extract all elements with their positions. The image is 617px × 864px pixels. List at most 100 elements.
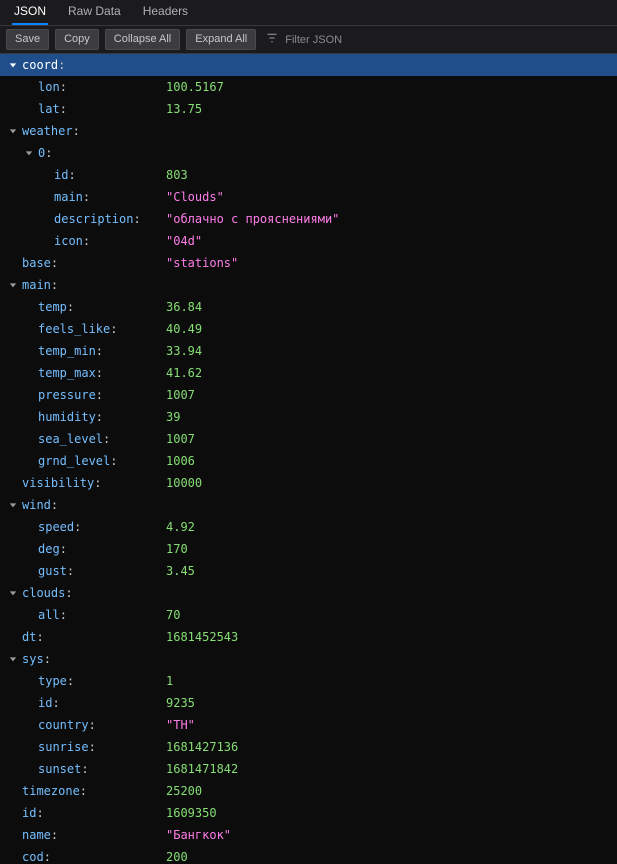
- json-row-temp_min[interactable]: temp_min:33.94: [0, 340, 617, 362]
- expand-toggle-icon[interactable]: [8, 126, 18, 136]
- json-row-grnd_level[interactable]: grnd_level:1006: [0, 450, 617, 472]
- colon: :: [51, 278, 58, 292]
- json-key: temp_min: [38, 344, 96, 358]
- json-key: lat: [38, 102, 60, 116]
- expand-toggle-icon[interactable]: [8, 588, 18, 598]
- expand-toggle-icon[interactable]: [24, 148, 34, 158]
- save-button[interactable]: Save: [6, 29, 49, 50]
- colon: :: [96, 388, 103, 402]
- json-value: 25200: [166, 784, 202, 798]
- json-value: 1681471842: [166, 762, 238, 776]
- json-value: 9235: [166, 696, 195, 710]
- colon: :: [67, 300, 74, 314]
- json-row-cod[interactable]: cod:200: [0, 846, 617, 864]
- colon: :: [67, 564, 74, 578]
- json-row-id[interactable]: id:803: [0, 164, 617, 186]
- json-row-lon[interactable]: lon:100.5167: [0, 76, 617, 98]
- json-value: 41.62: [166, 366, 202, 380]
- view-tabs: JSON Raw Data Headers: [0, 0, 617, 26]
- json-row-visibility[interactable]: visibility:10000: [0, 472, 617, 494]
- json-row-main[interactable]: main:"Clouds": [0, 186, 617, 208]
- json-key: id: [54, 168, 68, 182]
- json-row-feels_like[interactable]: feels_like:40.49: [0, 318, 617, 340]
- json-row-weather[interactable]: weather:: [0, 120, 617, 142]
- json-row-coord[interactable]: coord:: [0, 54, 617, 76]
- colon: :: [73, 124, 80, 138]
- json-row-deg[interactable]: deg:170: [0, 538, 617, 560]
- json-value: "TH": [166, 718, 195, 732]
- json-row-clouds[interactable]: clouds:: [0, 582, 617, 604]
- json-key: deg: [38, 542, 60, 556]
- json-row-speed[interactable]: speed:4.92: [0, 516, 617, 538]
- json-row-sys[interactable]: sys:: [0, 648, 617, 670]
- json-row-sunset[interactable]: sunset:1681471842: [0, 758, 617, 780]
- colon: :: [58, 58, 65, 72]
- json-value: 70: [166, 608, 180, 622]
- json-value: 200: [166, 850, 188, 864]
- colon: :: [110, 322, 117, 336]
- json-row-lat[interactable]: lat:13.75: [0, 98, 617, 120]
- json-row-description[interactable]: description:"облачно с прояснениями": [0, 208, 617, 230]
- colon: :: [81, 762, 88, 776]
- json-row-sunrise[interactable]: sunrise:1681427136: [0, 736, 617, 758]
- tab-raw-data[interactable]: Raw Data: [66, 0, 123, 25]
- json-key: visibility: [22, 476, 94, 490]
- json-row-all[interactable]: all:70: [0, 604, 617, 626]
- expand-toggle-icon[interactable]: [8, 500, 18, 510]
- collapse-all-button[interactable]: Collapse All: [105, 29, 180, 50]
- copy-button[interactable]: Copy: [55, 29, 99, 50]
- json-row-dt[interactable]: dt:1681452543: [0, 626, 617, 648]
- json-value: 170: [166, 542, 188, 556]
- json-row-country[interactable]: country:"TH": [0, 714, 617, 736]
- filter-icon: [266, 32, 278, 47]
- colon: :: [133, 212, 140, 226]
- json-value: 33.94: [166, 344, 202, 358]
- colon: :: [44, 652, 51, 666]
- json-row-id[interactable]: id:1609350: [0, 802, 617, 824]
- json-key: sea_level: [38, 432, 103, 446]
- json-key: name: [22, 828, 51, 842]
- json-key: timezone: [22, 784, 80, 798]
- tab-headers[interactable]: Headers: [141, 0, 190, 25]
- json-key: gust: [38, 564, 67, 578]
- json-row-sea_level[interactable]: sea_level:1007: [0, 428, 617, 450]
- json-row-wind[interactable]: wind:: [0, 494, 617, 516]
- json-value: 1006: [166, 454, 195, 468]
- json-toolbar: Save Copy Collapse All Expand All: [0, 26, 617, 54]
- json-row-temp_max[interactable]: temp_max:41.62: [0, 362, 617, 384]
- colon: :: [36, 806, 43, 820]
- json-row-pressure[interactable]: pressure:1007: [0, 384, 617, 406]
- json-row-humidity[interactable]: humidity:39: [0, 406, 617, 428]
- expand-toggle-icon[interactable]: [8, 60, 18, 70]
- colon: :: [89, 718, 96, 732]
- filter-json-input[interactable]: [283, 33, 423, 47]
- json-tree[interactable]: coord:lon:100.5167lat:13.75weather:0:id:…: [0, 54, 617, 864]
- json-value: 803: [166, 168, 188, 182]
- json-row-0[interactable]: 0:: [0, 142, 617, 164]
- tab-json[interactable]: JSON: [12, 0, 48, 25]
- json-row-temp[interactable]: temp:36.84: [0, 296, 617, 318]
- json-row-timezone[interactable]: timezone: 25200: [0, 780, 617, 802]
- json-value: 1681452543: [166, 630, 238, 644]
- expand-toggle-icon[interactable]: [8, 654, 18, 664]
- json-row-gust[interactable]: gust:3.45: [0, 560, 617, 582]
- expand-all-button[interactable]: Expand All: [186, 29, 256, 50]
- json-key: feels_like: [38, 322, 110, 336]
- colon: :: [83, 190, 90, 204]
- json-key: pressure: [38, 388, 96, 402]
- colon: :: [103, 432, 110, 446]
- json-row-icon[interactable]: icon:"04d": [0, 230, 617, 252]
- filter-wrap: [266, 32, 423, 47]
- expand-toggle-icon[interactable]: [8, 280, 18, 290]
- json-row-base[interactable]: base:"stations": [0, 252, 617, 274]
- json-value: "Clouds": [166, 190, 224, 204]
- json-row-name[interactable]: name:"Бангкок": [0, 824, 617, 846]
- json-row-id[interactable]: id:9235: [0, 692, 617, 714]
- colon: :: [67, 674, 74, 688]
- colon: :: [110, 454, 117, 468]
- json-row-type[interactable]: type:1: [0, 670, 617, 692]
- colon: :: [80, 784, 87, 798]
- json-row-main[interactable]: main:: [0, 274, 617, 296]
- json-key: coord: [22, 58, 58, 72]
- colon: :: [45, 146, 52, 160]
